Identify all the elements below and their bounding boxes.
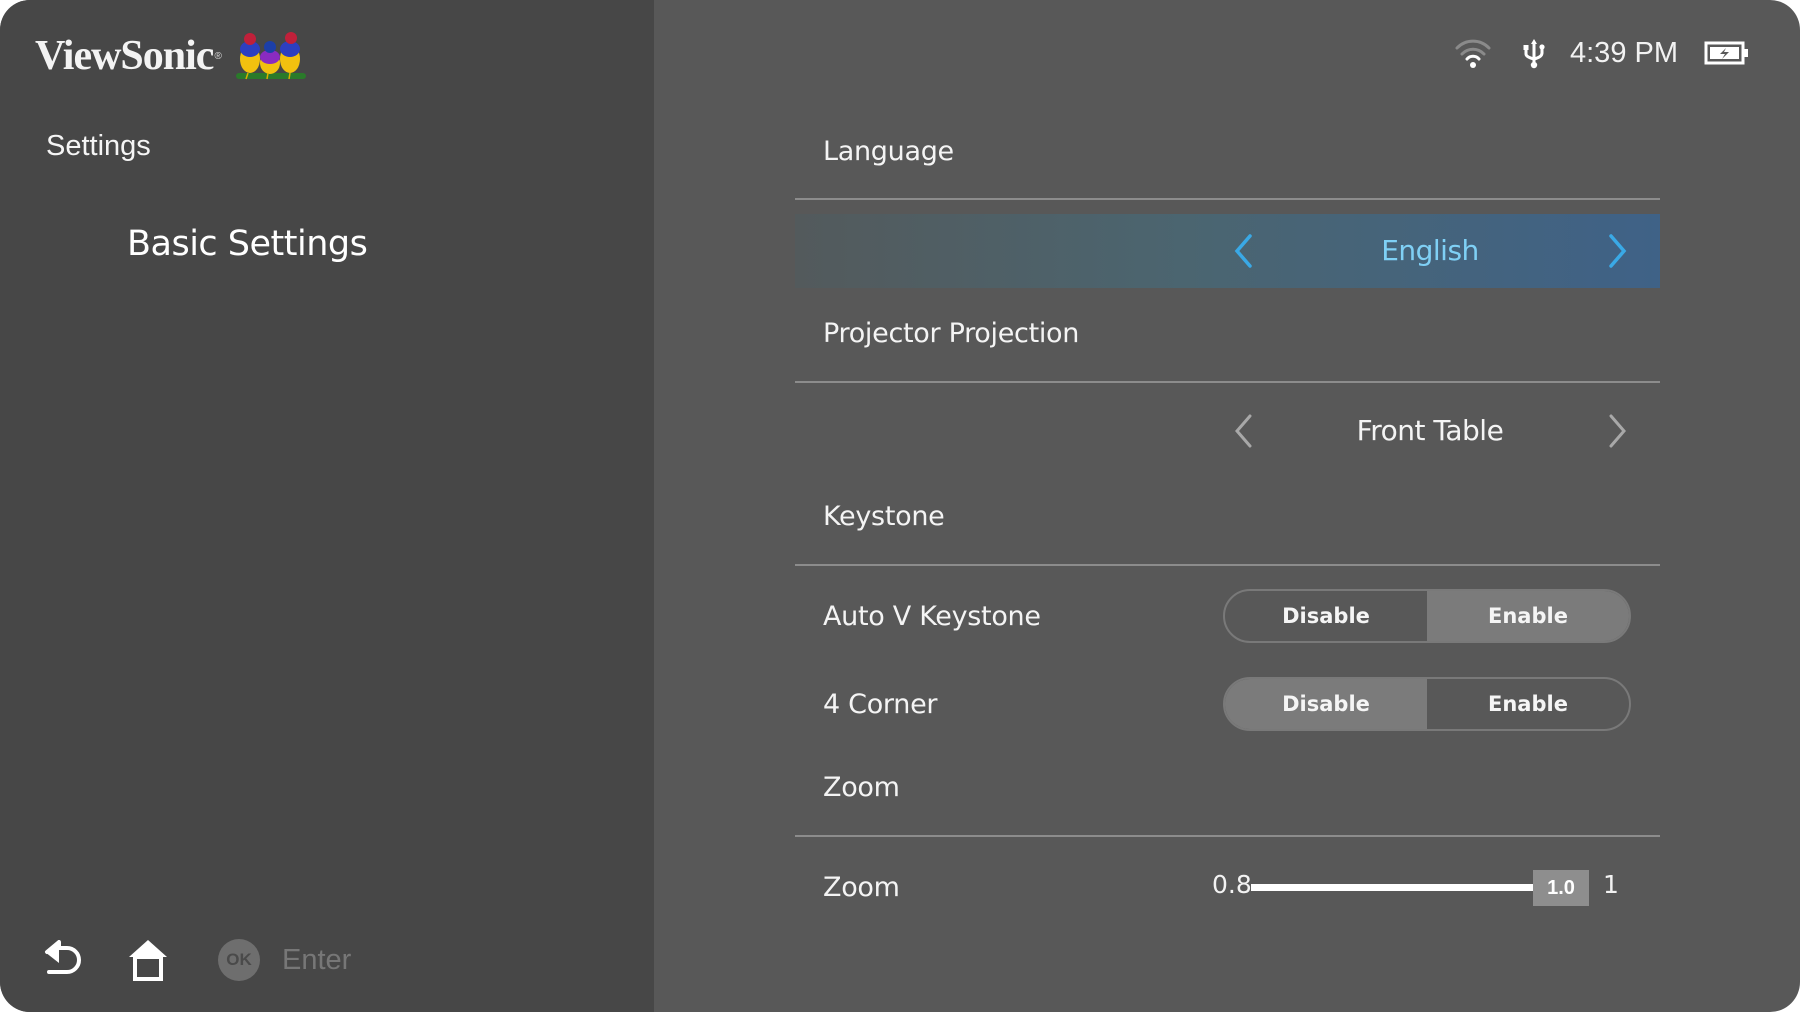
four-corner-label: 4 Corner — [823, 689, 938, 720]
four-corner-enable-option[interactable]: Enable — [1427, 679, 1629, 729]
zoom-section-label: Zoom — [823, 772, 900, 803]
remote-hint-bar: OK Enter — [40, 930, 351, 990]
keystone-label: Keystone — [823, 501, 945, 532]
zoom-row-label: Zoom — [823, 872, 900, 903]
auto-v-keystone-disable-option[interactable]: Disable — [1225, 591, 1427, 641]
clock: 4:39 PM — [1570, 36, 1678, 69]
registered-mark: ® — [214, 50, 222, 62]
projection-selector[interactable]: Front Table — [795, 394, 1660, 468]
wifi-icon — [1454, 37, 1492, 69]
projection-next-chevron-right-icon[interactable] — [1598, 394, 1638, 468]
projection-prev-chevron-left-icon[interactable] — [1223, 394, 1263, 468]
battery-charging-icon — [1704, 40, 1750, 66]
language-label: Language — [823, 136, 954, 167]
language-next-chevron-right-icon[interactable] — [1598, 214, 1638, 288]
projection-divider — [795, 381, 1660, 383]
auto-v-keystone-toggle[interactable]: Disable Enable — [1223, 589, 1631, 643]
brand-name: ViewSonic — [35, 33, 214, 79]
auto-v-keystone-enable-option[interactable]: Enable — [1427, 591, 1629, 641]
language-value: English — [1381, 234, 1479, 267]
four-corner-disable-option[interactable]: Disable — [1225, 679, 1427, 729]
ok-button-hint: OK — [218, 939, 260, 981]
viewsonic-birds-logo-icon — [235, 32, 306, 80]
four-corner-toggle[interactable]: Disable Enable — [1223, 677, 1631, 731]
zoom-slider-track[interactable] — [1251, 884, 1533, 891]
projection-label: Projector Projection — [823, 318, 1080, 349]
brand-logo: ViewSonic ® — [35, 28, 308, 84]
status-bar: 4:39 PM — [1454, 30, 1750, 76]
back-icon[interactable] — [40, 934, 92, 986]
enter-hint-label: Enter — [282, 943, 352, 976]
language-selector[interactable]: English — [795, 214, 1660, 288]
usb-icon — [1522, 37, 1546, 69]
keystone-divider — [795, 564, 1660, 566]
sidebar: ViewSonic ® Settings Basic Settings OK E… — [0, 0, 654, 1012]
language-divider — [795, 198, 1660, 200]
auto-v-keystone-label: Auto V Keystone — [823, 601, 1041, 632]
zoom-max-label: 1 — [1603, 870, 1619, 899]
zoom-divider — [795, 835, 1660, 837]
sidebar-item-basic-settings[interactable]: Basic Settings — [127, 224, 368, 264]
projection-value: Front Table — [1356, 414, 1504, 447]
language-prev-chevron-left-icon[interactable] — [1223, 214, 1263, 288]
zoom-slider-thumb[interactable]: 1.0 — [1533, 870, 1589, 906]
home-icon[interactable] — [122, 934, 174, 986]
projector-settings-screen: ViewSonic ® Settings Basic Settings OK E… — [0, 0, 1800, 1012]
zoom-min-label: 0.8 — [1212, 870, 1252, 899]
settings-title: Settings — [46, 130, 151, 162]
